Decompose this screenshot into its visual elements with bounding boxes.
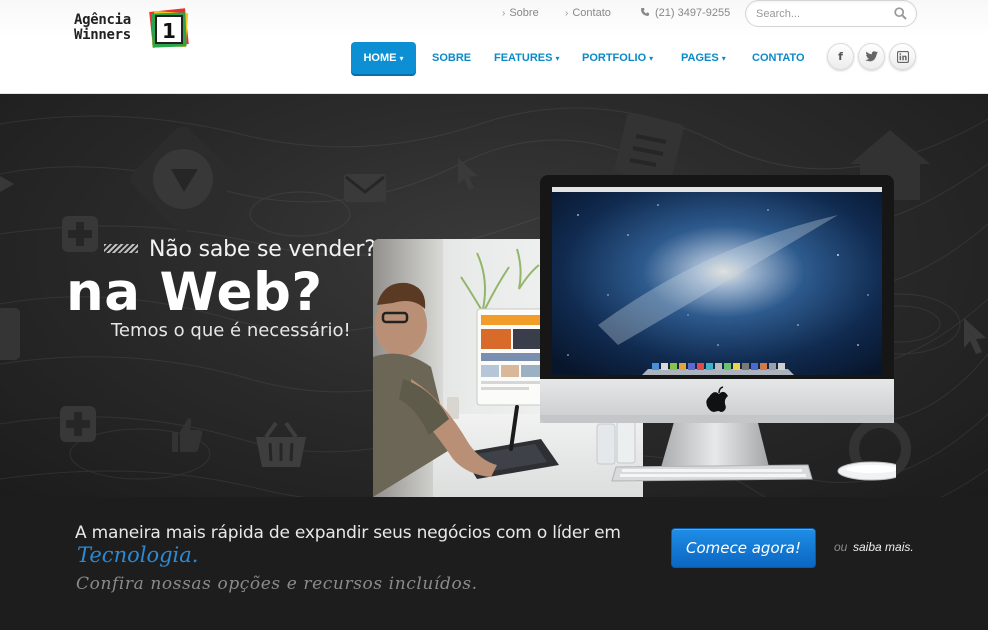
chevron-down-icon: ▾ bbox=[721, 54, 726, 63]
chevron-right-icon: › bbox=[565, 8, 569, 19]
phone-icon bbox=[641, 8, 649, 16]
basket-icon bbox=[256, 421, 306, 467]
nav-pages-label: PAGES bbox=[681, 52, 719, 64]
nav-home-label: HOME bbox=[363, 52, 397, 64]
plus-icon bbox=[62, 216, 98, 252]
chevron-down-icon: ▾ bbox=[555, 54, 560, 63]
nav-portfolio[interactable]: PORTFOLIO ▾ bbox=[582, 42, 653, 74]
nav-home[interactable]: HOME ▾ bbox=[351, 42, 416, 74]
play-icon bbox=[130, 126, 236, 232]
nav-about[interactable]: SOBRE bbox=[432, 42, 471, 74]
imac-illustration bbox=[540, 175, 907, 482]
nav-contact-label: CONTATO bbox=[752, 52, 805, 64]
site-header: Agência Winners 1 › Sobre › Contato (21) 3… bbox=[0, 0, 988, 94]
mail-icon bbox=[344, 174, 386, 202]
hero-headline-large: na Web? bbox=[66, 262, 323, 323]
cta-or-label: ou bbox=[834, 540, 848, 554]
chevron-down-icon: ▾ bbox=[399, 54, 404, 63]
nav-features[interactable]: FEATURES ▾ bbox=[494, 42, 559, 74]
arrow-icon bbox=[0, 176, 14, 192]
nav-pages[interactable]: PAGES ▾ bbox=[681, 42, 726, 74]
cursor-icon bbox=[964, 318, 986, 354]
cta-subtext: Confira nossas opções e recursos incluíd… bbox=[76, 574, 478, 594]
imac-computer-image bbox=[538, 175, 907, 497]
chevron-down-icon: ▾ bbox=[649, 54, 654, 63]
topbar-link-about[interactable]: › Sobre bbox=[502, 7, 539, 19]
search-input[interactable] bbox=[756, 6, 891, 22]
plus-icon bbox=[60, 406, 96, 442]
logo-badge-number: 1 bbox=[162, 19, 176, 43]
learn-more-link[interactable]: saiba mais. bbox=[853, 540, 914, 554]
phone-number: (21) 3497-9255 bbox=[655, 7, 731, 19]
thumbs-up-icon bbox=[172, 418, 203, 452]
cursor-icon bbox=[458, 158, 478, 190]
search-icon[interactable] bbox=[894, 7, 907, 20]
topbar-contact-label: Contato bbox=[572, 7, 611, 19]
linkedin-button[interactable]: in bbox=[889, 43, 916, 70]
cta-bar: A maneira mais rápida de expandir seus n… bbox=[0, 497, 988, 630]
facebook-icon: f bbox=[838, 50, 843, 63]
hero-subheadline: Temos o que é necessário! bbox=[111, 320, 351, 341]
nav-about-label: SOBRE bbox=[432, 52, 472, 64]
facebook-button[interactable]: f bbox=[827, 43, 854, 70]
linkedin-icon bbox=[896, 50, 909, 63]
phone-bg-icon bbox=[0, 308, 20, 360]
nav-features-label: FEATURES bbox=[494, 52, 553, 64]
cta-highlight: Tecnologia. bbox=[77, 543, 199, 567]
topbar-phone: (21) 3497-9255 bbox=[640, 7, 730, 19]
twitter-icon bbox=[865, 51, 878, 62]
twitter-button[interactable]: t bbox=[858, 43, 885, 70]
search-box bbox=[745, 0, 917, 27]
cta-description: A maneira mais rápida de expandir seus n… bbox=[75, 523, 621, 543]
hero-headline-small: Não sabe se vender? bbox=[149, 237, 376, 262]
document-icon bbox=[614, 114, 684, 184]
start-now-button[interactable]: Comece agora! bbox=[671, 528, 816, 568]
nav-portfolio-label: PORTFOLIO bbox=[582, 52, 647, 64]
logo-line-2: Winners bbox=[74, 27, 131, 43]
hero-stripes-decoration bbox=[104, 244, 138, 253]
hero-banner: Não sabe se vender? na Web? Temos o que … bbox=[0, 94, 988, 497]
chevron-right-icon: › bbox=[502, 8, 506, 19]
topbar-link-contact[interactable]: › Contato bbox=[565, 7, 611, 19]
nav-contact[interactable]: CONTATO bbox=[752, 42, 805, 74]
topbar-about-label: Sobre bbox=[509, 7, 539, 19]
